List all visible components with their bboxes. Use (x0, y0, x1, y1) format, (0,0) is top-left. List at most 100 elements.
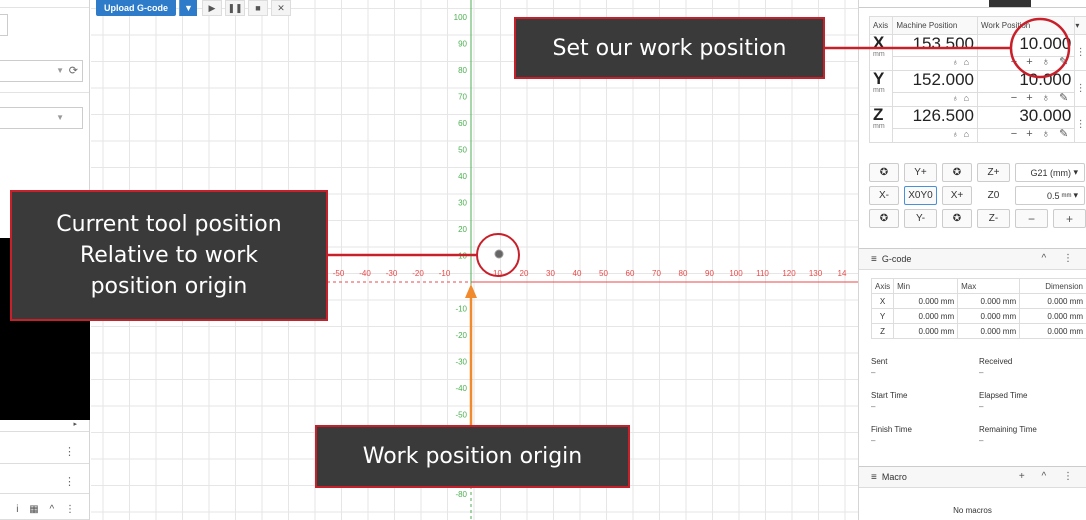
gc-axis: Z (870, 323, 895, 339)
edit-icon[interactable]: ✎ (1059, 56, 1071, 68)
go-to-zero-icon[interactable]: ♁ (952, 57, 964, 67)
axis-more-icon[interactable]: ⋮ (1074, 70, 1086, 107)
port-field-stub[interactable] (0, 14, 8, 36)
finish-label: Finish Time (871, 425, 912, 434)
x-tick-label: 130 (809, 269, 823, 278)
home-icon[interactable]: ⌂ (964, 93, 974, 103)
home-icon[interactable]: ⌂ (964, 129, 974, 139)
plus-icon[interactable]: + (1026, 128, 1035, 140)
gc-min: 0.000 mm (893, 308, 959, 324)
collapsed-widget[interactable]: ⋮ (0, 440, 89, 464)
more-icon[interactable]: ⋮ (64, 445, 75, 458)
active-tab[interactable] (989, 0, 1031, 7)
more-icon[interactable]: ⋮ (64, 475, 75, 488)
x-tick-label: -50 (333, 269, 345, 278)
minus-icon[interactable]: − (1011, 56, 1020, 68)
y-tick-label: 100 (454, 13, 468, 22)
zero-out-icon[interactable]: ♁ (1042, 56, 1053, 68)
axis-more-icon[interactable]: ⋮ (1074, 106, 1086, 143)
gcode-widget-header[interactable]: ≡ G-code ^ ⋮ (859, 248, 1086, 270)
step-value: 0.5 (1046, 190, 1060, 201)
refresh-icon[interactable]: ⟳ (69, 64, 78, 77)
jog-y-minus-button[interactable]: Y- (904, 209, 937, 228)
jog-y-plus-button[interactable]: Y+ (904, 163, 937, 182)
y-tick-label: 70 (458, 93, 467, 102)
chevron-down-icon: ▾ (1073, 167, 1078, 177)
start-value: – (871, 402, 876, 411)
home-icon[interactable]: ⌂ (964, 57, 974, 67)
upload-gcode-button[interactable]: Upload G-code (96, 0, 177, 16)
right-sidebar: Axis Machine Position Work Position ▾ Xm… (858, 0, 1086, 520)
axis-actions-row: ♁⌂ − + ♁ ✎ (870, 92, 1086, 107)
minus-icon[interactable]: − (1011, 128, 1020, 140)
go-to-x0y0-button[interactable]: X0Y0 (904, 186, 937, 205)
gc-max: 0.000 mm (957, 323, 1021, 339)
play-icon[interactable]: ▶ (202, 0, 223, 16)
y-tick-label: 50 (458, 146, 467, 155)
axis-more-icon[interactable]: ⋮ (1074, 34, 1086, 71)
work-position-value[interactable]: 10.000 (977, 33, 1076, 58)
jog-diag-xminus-yminus-icon[interactable]: ✪ (869, 209, 899, 228)
gc-min: 0.000 mm (893, 323, 959, 339)
jog-z-plus-button[interactable]: Z+ (977, 163, 1010, 182)
edit-icon[interactable]: ✎ (1059, 128, 1071, 140)
jog-diag-xminus-yplus-icon[interactable]: ✪ (869, 163, 899, 182)
scroll-bar[interactable]: ▸ (0, 420, 89, 432)
add-collapse-more-icon[interactable]: + ^ ⋮ (1019, 471, 1080, 482)
step-increase-icon[interactable]: + (1053, 209, 1086, 228)
widget-controls-icon[interactable]: i ▦ ^ ⋮ (16, 504, 79, 515)
received-stat: Received – (979, 357, 1012, 377)
axes-table: Axis Machine Position Work Position ▾ Xm… (868, 16, 1086, 143)
close-icon[interactable]: ✕ (271, 0, 292, 16)
jog-x-minus-button[interactable]: X- (869, 186, 899, 205)
macro-widget-header[interactable]: ≡ Macro + ^ ⋮ (859, 466, 1086, 488)
x-tick-label: 14 (838, 269, 847, 278)
plus-icon[interactable]: + (1026, 56, 1035, 68)
baud-select[interactable]: ▼ (0, 107, 83, 129)
gc-dimension-header: Dimension (1019, 278, 1086, 294)
step-decrease-icon[interactable]: − (1015, 209, 1048, 228)
jog-x-plus-button[interactable]: X+ (942, 186, 972, 205)
zero-out-icon[interactable]: ♁ (1042, 92, 1053, 104)
jog-diag-xplus-yplus-icon[interactable]: ✪ (942, 163, 972, 182)
go-to-zero-icon[interactable]: ♁ (952, 129, 964, 139)
upload-dropdown-icon[interactable]: ▼ (179, 0, 198, 16)
step-select[interactable]: 0.5 mm ▾ (1015, 186, 1085, 205)
go-to-z0-button[interactable]: Z0 (977, 186, 1010, 205)
collapsed-widget[interactable]: ⋮ (0, 470, 89, 494)
machine-position-header: Machine Position (892, 16, 979, 35)
minus-icon[interactable]: − (1011, 92, 1020, 104)
plus-icon[interactable]: + (1026, 92, 1035, 104)
zero-out-icon[interactable]: ♁ (1042, 128, 1053, 140)
go-to-zero-icon[interactable]: ♁ (952, 93, 964, 103)
chevron-down-icon: ▾ (1073, 190, 1078, 200)
pause-icon[interactable]: ❚❚ (225, 0, 246, 16)
hamburger-icon[interactable]: ≡ (871, 254, 877, 265)
machine-actions: ♁⌂ (892, 92, 979, 107)
jog-diag-xplus-yminus-icon[interactable]: ✪ (942, 209, 972, 228)
work-position-value[interactable]: 10.000 (977, 69, 1076, 94)
collapse-more-icon[interactable]: ^ ⋮ (1042, 253, 1080, 264)
gc-dimension: 0.000 mm (1019, 293, 1086, 309)
callout-work-position-origin: Work position origin (315, 425, 630, 488)
machine-actions: ♁⌂ (892, 56, 979, 71)
x-tick-label: 30 (546, 269, 555, 278)
stop-icon[interactable]: ■ (248, 0, 269, 16)
work-position-value[interactable]: 30.000 (977, 105, 1076, 130)
port-select[interactable]: ▼ ⟳ (0, 60, 83, 82)
work-actions: − + ♁ ✎ (977, 128, 1076, 143)
jog-z-minus-button[interactable]: Z- (977, 209, 1010, 228)
collapsed-widget[interactable]: i ▦ ^ ⋮ (0, 500, 89, 520)
chevron-right-icon[interactable]: ▸ (73, 420, 77, 428)
hamburger-icon[interactable]: ≡ (871, 472, 877, 483)
y-tick-label: 20 (458, 225, 467, 234)
x-tick-label: 10 (493, 269, 502, 278)
y-tick-label: -10 (455, 305, 467, 314)
x-tick-label: 120 (782, 269, 796, 278)
macro-title: Macro (881, 472, 907, 482)
units-select-value: G21 (mm) (1030, 167, 1071, 178)
units-select[interactable]: G21 (mm) ▾ (1015, 163, 1085, 182)
tool-position-marker (494, 249, 504, 259)
axes-menu-icon[interactable]: ▾ (1074, 16, 1086, 35)
edit-icon[interactable]: ✎ (1059, 92, 1071, 104)
